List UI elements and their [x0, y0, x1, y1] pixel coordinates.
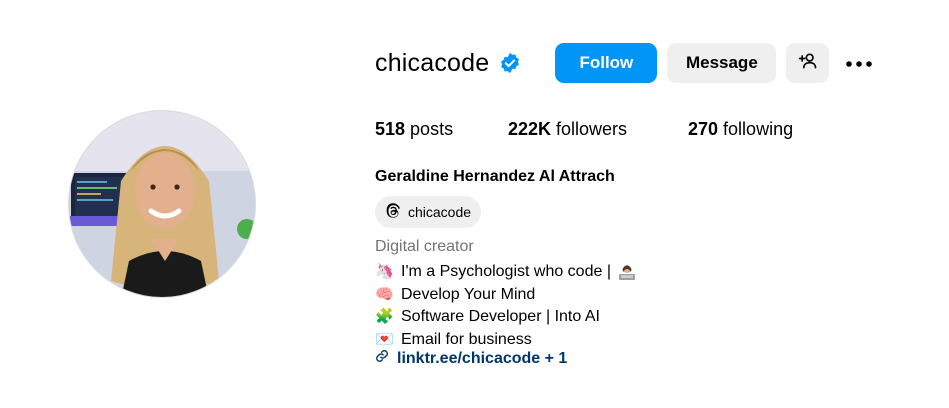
followers-stat[interactable]: 222K followers [508, 119, 688, 140]
threads-handle: chicacode [408, 204, 472, 220]
posts-label: posts [410, 119, 454, 139]
profile-header: chicacode Follow Message [375, 42, 879, 84]
message-button[interactable]: Message [667, 43, 777, 83]
love-letter-icon: 💌 [375, 330, 394, 348]
profile-category: Digital creator [375, 238, 474, 255]
puzzle-icon: 🧩 [375, 308, 394, 325]
unicorn-icon: 🦄 [375, 263, 394, 280]
follow-button[interactable]: Follow [555, 43, 658, 83]
posts-stat: 518 posts [375, 119, 508, 140]
woman-technologist-icon [618, 263, 637, 282]
threads-link[interactable]: chicacode [375, 196, 482, 228]
full-name: Geraldine Hernandez Al Attrach [375, 168, 615, 185]
bio-line: 🧩 Software Developer | Into AI [375, 306, 637, 329]
bio-line: 🧠 Develop Your Mind [375, 284, 637, 307]
link-icon [375, 349, 389, 368]
bio-text: Develop Your Mind [401, 285, 536, 303]
add-user-icon [798, 51, 818, 76]
brain-icon: 🧠 [375, 285, 394, 303]
profile-avatar[interactable] [68, 110, 256, 298]
followers-label: followers [556, 119, 628, 139]
link-text: linktr.ee/chicacode + 1 [397, 349, 568, 367]
profile-link[interactable]: linktr.ee/chicacode + 1 [375, 349, 567, 368]
following-stat[interactable]: 270 following [688, 119, 793, 140]
more-options-button[interactable] [839, 43, 879, 83]
threads-icon [384, 202, 402, 223]
username: chicacode [375, 48, 490, 77]
profile-photo [69, 111, 255, 297]
profile-bio: 🦄 I'm a Psychologist who code | 🧠 Develo… [375, 261, 637, 351]
posts-count: 518 [375, 119, 406, 139]
bio-text: Software Developer | Into AI [401, 308, 600, 325]
bio-line: 🦄 I'm a Psychologist who code | [375, 261, 637, 284]
add-user-button[interactable] [786, 43, 830, 83]
more-options-icon [845, 53, 873, 73]
bio-text: I'm a Psychologist who code | [401, 263, 611, 280]
bio-text: Email for business [401, 330, 532, 348]
verified-badge-icon [499, 52, 521, 74]
followers-count: 222K [508, 119, 552, 139]
following-label: following [723, 119, 794, 139]
profile-stats: 518 posts 222K followers 270 following [375, 119, 793, 140]
following-count: 270 [688, 119, 719, 139]
bio-line: 💌 Email for business [375, 329, 637, 352]
